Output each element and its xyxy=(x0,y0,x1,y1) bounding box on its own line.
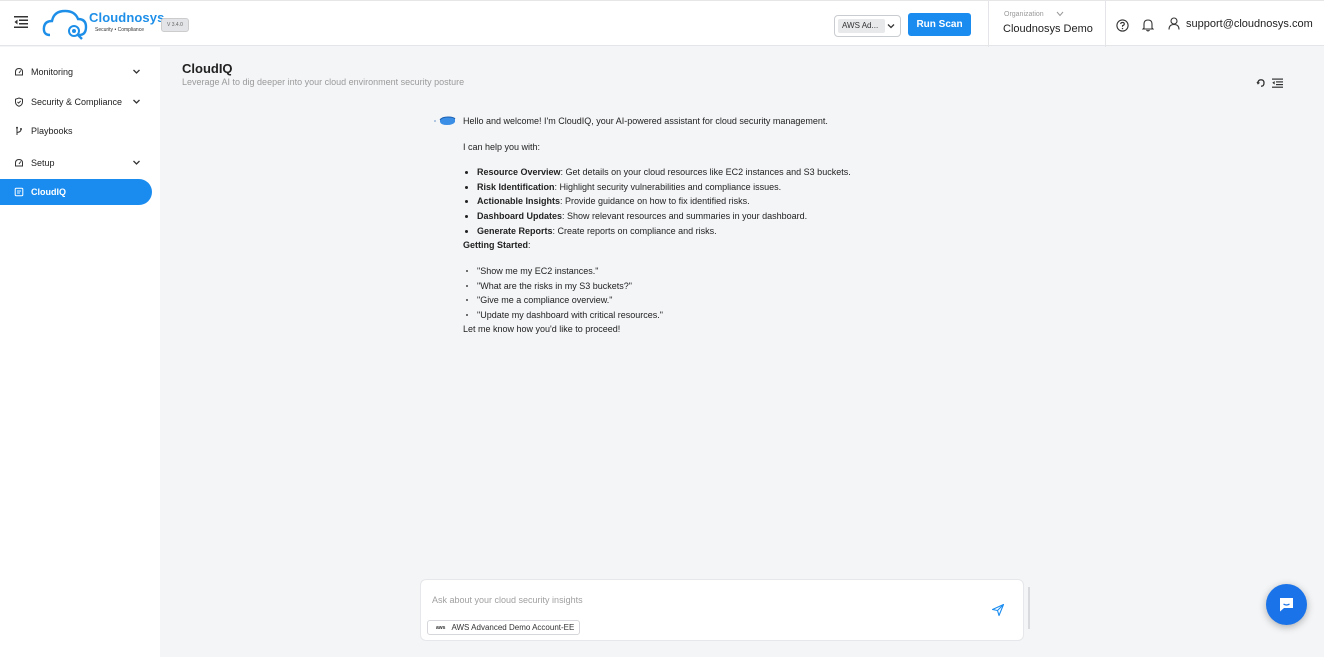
capability-text: : Provide guidance on how to fix identif… xyxy=(560,196,750,206)
capability-text: : Show relevant resources and summaries … xyxy=(562,211,808,221)
chevron-down-icon[interactable] xyxy=(1056,11,1064,17)
brand-tagline: Security • Compliance xyxy=(95,27,144,33)
menu-collapse-icon[interactable] xyxy=(14,16,28,28)
capability-item: Resource Overview: Get details on your c… xyxy=(477,167,851,177)
sidebar-item-label: Playbooks xyxy=(31,126,73,136)
sidebar-item-playbooks[interactable]: Playbooks xyxy=(0,118,152,144)
capability-text: : Get details on your cloud resources li… xyxy=(560,167,851,177)
account-select[interactable]: AWS Ad... xyxy=(834,15,901,37)
list-bullet xyxy=(465,186,468,189)
user-icon[interactable] xyxy=(1168,17,1180,30)
gauge-icon xyxy=(15,67,23,76)
chevron-down-icon xyxy=(133,160,140,165)
account-context-label: AWS Advanced Demo Account-EE xyxy=(451,623,575,632)
capability-item: Dashboard Updates: Show relevant resourc… xyxy=(477,211,807,221)
example-prompt: "Give me a compliance overview." xyxy=(477,295,613,305)
list-bullet xyxy=(465,171,468,174)
history-icon[interactable] xyxy=(1256,78,1266,88)
version-badge: V 3.4.0 xyxy=(161,18,189,32)
sidebar-item-security-compliance[interactable]: Security & Compliance xyxy=(0,89,152,115)
user-email[interactable]: support@cloudnosys.com xyxy=(1186,18,1313,30)
account-select-value: AWS Ad... xyxy=(838,19,885,33)
capability-title: Risk Identification xyxy=(477,182,555,192)
chevron-down-icon xyxy=(133,99,140,104)
page-title: CloudIQ xyxy=(182,61,233,76)
bell-icon[interactable] xyxy=(1142,18,1154,32)
aws-logo: aws xyxy=(436,624,446,631)
example-prompt: "What are the risks in my S3 buckets?" xyxy=(477,281,632,291)
sidebar: Monitoring Security & Compliance Playboo… xyxy=(0,47,160,657)
header-divider xyxy=(1105,1,1106,47)
help-icon[interactable] xyxy=(1116,19,1129,32)
sidebar-item-monitoring[interactable]: Monitoring xyxy=(0,59,152,85)
sidebar-item-label: CloudIQ xyxy=(31,187,66,197)
getting-started-title: Getting Started xyxy=(463,240,529,250)
branch-icon xyxy=(16,126,22,135)
chat-closing: Let me know how you'd like to proceed! xyxy=(463,324,621,334)
page-subtitle: Leverage AI to dig deeper into your clou… xyxy=(182,77,465,87)
chat-greeting: Hello and welcome! I'm CloudIQ, your AI-… xyxy=(463,116,828,126)
list-bullet xyxy=(465,200,468,203)
cloudiq-bot-avatar-icon xyxy=(434,116,456,125)
list-bullet xyxy=(465,215,468,218)
run-scan-button[interactable]: Run Scan xyxy=(908,13,971,36)
chevron-down-icon xyxy=(887,24,895,29)
capability-title: Dashboard Updates xyxy=(477,211,563,221)
chevron-down-icon xyxy=(133,69,140,74)
chat-help-intro: I can help you with: xyxy=(463,142,541,152)
capability-item: Risk Identification: Highlight security … xyxy=(477,182,781,192)
example-prompt: "Show me my EC2 instances." xyxy=(477,266,599,276)
organization-select[interactable]: Cloudnosys Demo xyxy=(1003,23,1093,35)
capability-text: : Create reports on compliance and risks… xyxy=(552,226,717,236)
send-icon[interactable] xyxy=(991,603,1005,617)
brand-name: Cloudnosys xyxy=(89,10,165,25)
capability-item: Generate Reports: Create reports on comp… xyxy=(477,226,717,236)
gauge-icon xyxy=(15,158,23,167)
shield-icon xyxy=(15,97,23,107)
organization-label: Organization xyxy=(1004,11,1044,18)
menu-list-icon[interactable] xyxy=(1272,78,1283,88)
sidebar-item-label: Monitoring xyxy=(31,67,74,77)
capability-title: Actionable Insights xyxy=(477,196,561,206)
capability-title: Generate Reports xyxy=(477,226,553,236)
composer-resize-handle[interactable] xyxy=(1028,587,1030,629)
top-header: Cloudnosys Security • Compliance V 3.4.0… xyxy=(0,0,1324,47)
list-bullet xyxy=(465,230,468,233)
capability-item: Actionable Insights: Provide guidance on… xyxy=(477,196,750,206)
sidebar-item-cloudiq[interactable]: CloudIQ xyxy=(0,179,152,205)
list-bullet xyxy=(466,270,468,272)
example-prompt: "Update my dashboard with critical resou… xyxy=(477,310,663,320)
sidebar-item-label: Security & Compliance xyxy=(31,97,123,107)
list-bullet xyxy=(466,285,468,287)
sidebar-item-label: Setup xyxy=(31,158,55,168)
chat-box-icon xyxy=(14,187,24,197)
list-bullet xyxy=(466,314,468,316)
sidebar-item-setup[interactable]: Setup xyxy=(0,150,152,176)
chat-composer: aws AWS Advanced Demo Account-EE xyxy=(420,579,1024,641)
chat-input[interactable] xyxy=(432,592,972,608)
getting-started-colon: : xyxy=(528,240,531,250)
capability-text: : Highlight security vulnerabilities and… xyxy=(554,182,782,192)
chat-support-button[interactable] xyxy=(1266,584,1307,625)
account-context-chip[interactable]: aws AWS Advanced Demo Account-EE xyxy=(427,620,581,635)
list-bullet xyxy=(466,299,468,301)
capability-title: Resource Overview xyxy=(477,167,561,177)
header-divider xyxy=(988,1,989,47)
chat-bubble-icon xyxy=(1280,598,1293,612)
getting-started-heading: Getting Started: xyxy=(463,240,531,250)
